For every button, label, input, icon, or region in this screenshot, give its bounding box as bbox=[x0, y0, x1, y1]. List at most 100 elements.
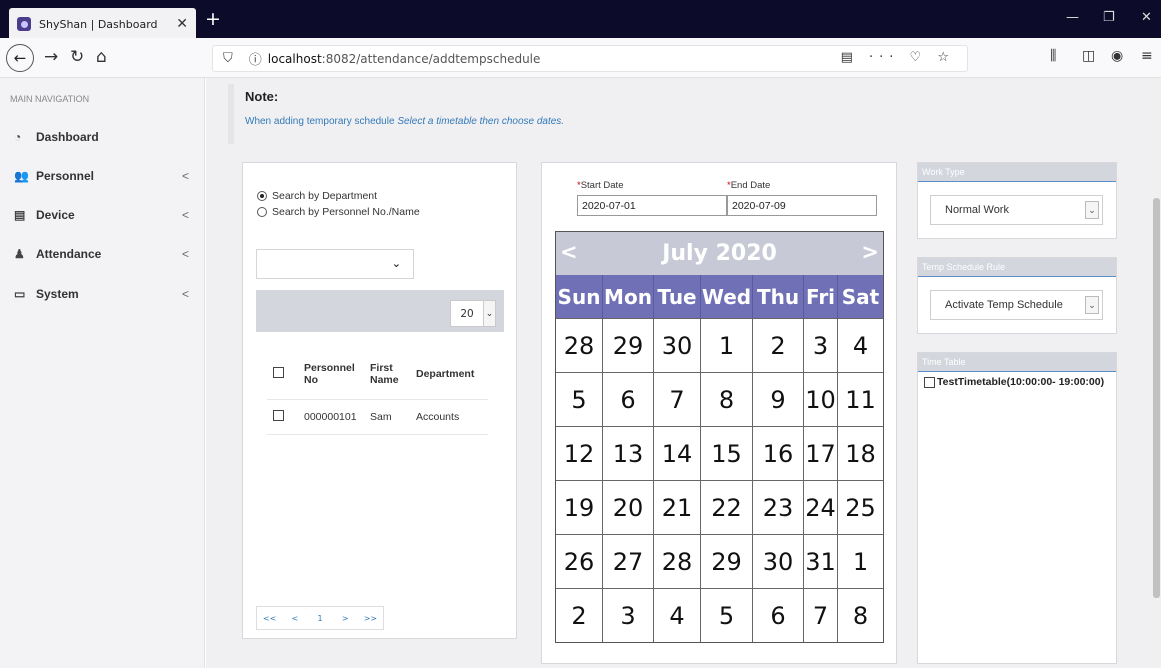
radio-search-personnel[interactable]: Search by Personnel No./Name bbox=[257, 206, 420, 218]
sidebar-item-attendance[interactable]: ♟ Attendance < bbox=[0, 234, 205, 273]
browser-titlebar: ShyShan | Dashboard ✕ + — ❐ ✕ bbox=[0, 0, 1161, 40]
calendar-day[interactable]: 5 bbox=[701, 588, 753, 642]
calendar-day-of-week: Mon bbox=[603, 275, 654, 318]
calendar-day[interactable]: 12 bbox=[556, 426, 603, 480]
maximize-icon[interactable]: ❐ bbox=[1103, 10, 1115, 25]
sidebar-item-device[interactable]: ▤ Device < bbox=[0, 195, 205, 234]
calendar-day[interactable]: 28 bbox=[654, 534, 701, 588]
tab-close-icon[interactable]: ✕ bbox=[176, 16, 188, 32]
calendar-day[interactable]: 2 bbox=[556, 588, 603, 642]
forward-icon[interactable]: → bbox=[44, 48, 58, 66]
calendar-day[interactable]: 3 bbox=[804, 318, 838, 372]
reload-icon[interactable]: ↻ bbox=[70, 48, 84, 66]
calendar-day[interactable]: 4 bbox=[838, 318, 883, 372]
window-close-icon[interactable]: ✕ bbox=[1141, 10, 1152, 25]
library-icon[interactable]: ⫼ bbox=[1050, 48, 1056, 64]
new-tab-button[interactable]: + bbox=[205, 10, 221, 29]
calendar-next-button[interactable]: > bbox=[861, 240, 879, 264]
sidebar-item-personnel[interactable]: 👥 Personnel < bbox=[0, 156, 205, 195]
calendar-day[interactable]: 3 bbox=[603, 588, 654, 642]
shield-icon[interactable]: ⛉ bbox=[223, 51, 233, 66]
calendar-day[interactable]: 4 bbox=[654, 588, 701, 642]
calendar-day[interactable]: 15 bbox=[701, 426, 753, 480]
calendar-day[interactable]: 29 bbox=[603, 318, 654, 372]
time-table-item[interactable]: TestTimetable(10:00:00- 19:00:00) bbox=[924, 376, 1104, 388]
calendar-day[interactable]: 1 bbox=[701, 318, 753, 372]
users-icon: 👥 bbox=[14, 168, 29, 183]
calendar-day[interactable]: 30 bbox=[753, 534, 804, 588]
end-date-input[interactable]: 2020-07-09 bbox=[727, 195, 877, 216]
calendar-day[interactable]: 7 bbox=[804, 588, 838, 642]
calendar-day[interactable]: 20 bbox=[603, 480, 654, 534]
main-content: Note: When adding temporary schedule Sel… bbox=[206, 78, 1152, 668]
calendar-day[interactable]: 7 bbox=[654, 372, 701, 426]
calendar-day[interactable]: 30 bbox=[654, 318, 701, 372]
calendar-day[interactable]: 13 bbox=[603, 426, 654, 480]
sidebar-toggle-icon[interactable]: ◫ bbox=[1082, 48, 1095, 64]
calendar-day[interactable]: 8 bbox=[838, 588, 883, 642]
calendar-day[interactable]: 22 bbox=[701, 480, 753, 534]
row-checkbox[interactable] bbox=[273, 409, 284, 421]
calendar-day[interactable]: 18 bbox=[838, 426, 883, 480]
pager-last[interactable]: >> bbox=[358, 607, 383, 629]
scrollbar-thumb[interactable] bbox=[1153, 198, 1160, 598]
calendar-day[interactable]: 14 bbox=[654, 426, 701, 480]
sidebar-item-dashboard[interactable]: ◔ Dashboard bbox=[0, 117, 205, 156]
calendar-day[interactable]: 23 bbox=[753, 480, 804, 534]
calendar-header: < July 2020 > bbox=[556, 232, 883, 275]
calendar-day[interactable]: 9 bbox=[753, 372, 804, 426]
calendar-day[interactable]: 24 bbox=[804, 480, 838, 534]
calendar-day[interactable]: 28 bbox=[556, 318, 603, 372]
pager-first[interactable]: << bbox=[257, 607, 282, 629]
minimize-icon[interactable]: — bbox=[1066, 10, 1079, 25]
browser-tab[interactable]: ShyShan | Dashboard ✕ bbox=[9, 8, 196, 40]
info-icon[interactable]: ⓘ bbox=[249, 49, 262, 68]
pager-page[interactable]: 1 bbox=[307, 607, 332, 629]
grid-toolbar: 20 ⌄ bbox=[256, 290, 504, 332]
time-table-checkbox[interactable] bbox=[924, 376, 935, 388]
url-bar[interactable]: ⛉ ⓘ localhost :8082/attendance/addtempsc… bbox=[212, 45, 968, 72]
calendar-day[interactable]: 31 bbox=[804, 534, 838, 588]
calendar-day[interactable]: 21 bbox=[654, 480, 701, 534]
work-type-select[interactable]: Normal Work ⌄ bbox=[930, 195, 1103, 225]
calendar-day[interactable]: 2 bbox=[753, 318, 804, 372]
column-header[interactable]: First Name bbox=[364, 349, 410, 400]
radio-selected[interactable] bbox=[257, 191, 267, 201]
end-date-label: *End Date bbox=[727, 180, 770, 191]
back-icon[interactable]: ← bbox=[6, 44, 34, 72]
calendar-day[interactable]: 17 bbox=[804, 426, 838, 480]
table-row[interactable]: 000000101 Sam Accounts bbox=[267, 399, 488, 435]
calendar-day[interactable]: 19 bbox=[556, 480, 603, 534]
column-header[interactable]: Personnel No bbox=[298, 349, 364, 400]
calendar-day[interactable]: 16 bbox=[753, 426, 804, 480]
pager-prev[interactable]: < bbox=[282, 607, 307, 629]
calendar-day[interactable]: 8 bbox=[701, 372, 753, 426]
calendar-day[interactable]: 6 bbox=[603, 372, 654, 426]
radio-unselected[interactable] bbox=[257, 207, 267, 217]
sidebar-item-label: Personnel bbox=[36, 168, 95, 183]
page-size-select[interactable]: 20 ⌄ bbox=[450, 300, 496, 327]
start-date-input[interactable]: 2020-07-01 bbox=[577, 195, 727, 216]
calendar-day[interactable]: 26 bbox=[556, 534, 603, 588]
cell-first-name: Sam bbox=[364, 399, 410, 435]
calendar-day[interactable]: 29 bbox=[701, 534, 753, 588]
calendar-day[interactable]: 1 bbox=[838, 534, 883, 588]
account-icon[interactable]: ◉ bbox=[1111, 48, 1123, 64]
calendar-day[interactable]: 25 bbox=[838, 480, 883, 534]
calendar-day[interactable]: 6 bbox=[753, 588, 804, 642]
sidebar-item-system[interactable]: ▭ System < bbox=[0, 274, 205, 313]
calendar-day[interactable]: 5 bbox=[556, 372, 603, 426]
department-select[interactable]: ⌄ bbox=[256, 249, 414, 279]
radio-search-department[interactable]: Search by Department bbox=[257, 190, 377, 202]
calendar-day[interactable]: 27 bbox=[603, 534, 654, 588]
home-icon[interactable]: ⌂ bbox=[96, 48, 107, 66]
menu-icon[interactable]: ≡ bbox=[1141, 48, 1153, 64]
chevron-down-icon: ⌄ bbox=[483, 301, 495, 326]
calendar-day[interactable]: 10 bbox=[804, 372, 838, 426]
page-actions[interactable]: ▤ ··· ♡ ☆ bbox=[841, 50, 955, 65]
temp-rule-select[interactable]: Activate Temp Schedule ⌄ bbox=[930, 290, 1103, 320]
calendar-day[interactable]: 11 bbox=[838, 372, 883, 426]
pager-next[interactable]: > bbox=[333, 607, 358, 629]
column-header[interactable]: Department bbox=[410, 349, 488, 400]
select-all-checkbox[interactable] bbox=[273, 366, 284, 378]
